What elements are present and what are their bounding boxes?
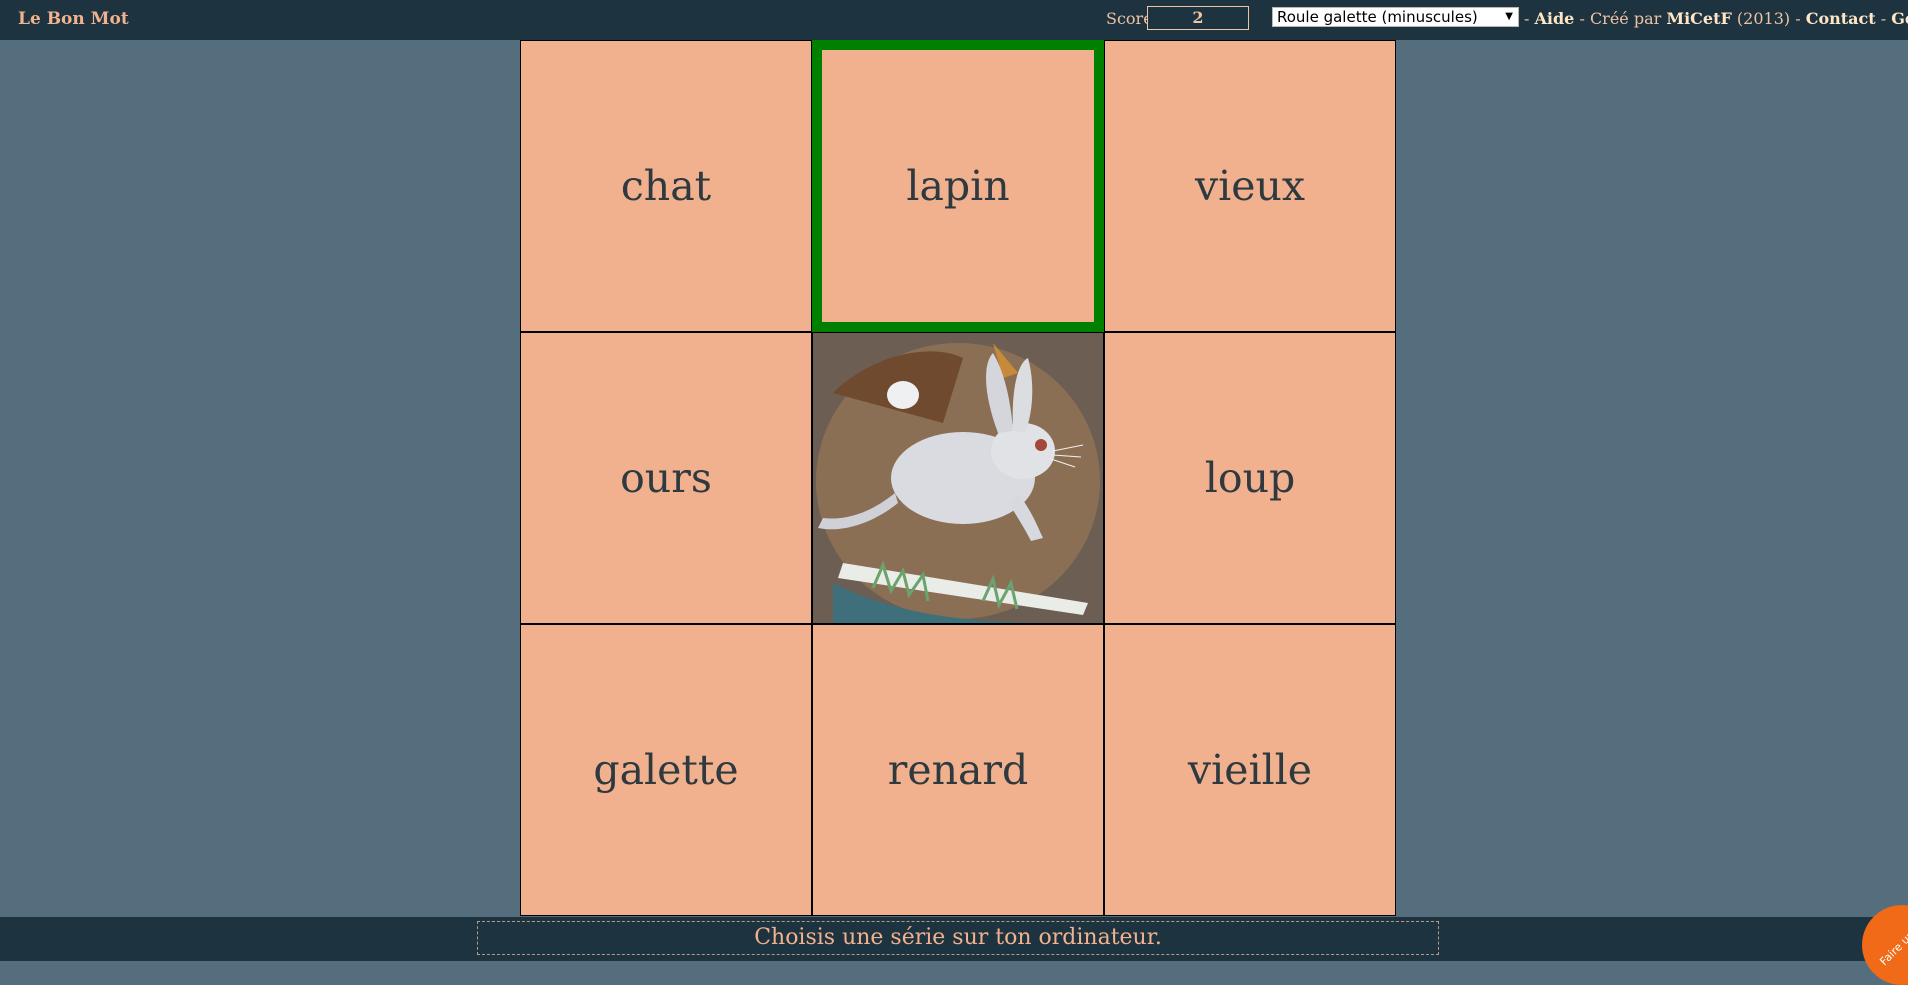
score-value: 2 (1147, 6, 1249, 30)
word-tile-vieille[interactable]: vieille (1104, 624, 1396, 916)
header-links: - Aide - Créé par MiCetF (2013) - Contac… (1524, 9, 1908, 28)
word-tile-ours[interactable]: ours (520, 332, 812, 624)
word-tile-galette[interactable]: galette (520, 624, 812, 916)
word-grid: chat lapin vieux ours loup galette renar… (520, 40, 1397, 917)
status-message: Choisis une série sur ton ordinateur. (477, 921, 1439, 955)
series-select[interactable]: Roule galette (minuscules) ▼ (1272, 7, 1519, 27)
rabbit-picture (812, 332, 1104, 624)
contact-link[interactable]: Contact (1806, 9, 1876, 28)
rabbit-illustration (813, 333, 1103, 623)
word-tile-vieux[interactable]: vieux (1104, 40, 1396, 332)
generator-link[interactable]: Générateur (1891, 9, 1908, 28)
credit-year: (2013) - (1731, 9, 1806, 28)
word-tile-lapin-selected[interactable]: lapin (812, 40, 1104, 332)
author-link[interactable]: MiCetF (1666, 9, 1731, 28)
credit-text: - Créé par (1574, 9, 1667, 28)
status-bar: Choisis une série sur ton ordinateur. (0, 917, 1908, 961)
word-tile-loup[interactable]: loup (1104, 332, 1396, 624)
word-tile-renard[interactable]: renard (812, 624, 1104, 916)
help-link[interactable]: Aide (1535, 9, 1575, 28)
separator: - (1524, 9, 1535, 28)
top-bar: Le Bon Mot Score 2 Roule galette (minusc… (0, 0, 1908, 40)
series-selected-value: Roule galette (minuscules) (1277, 8, 1478, 26)
app-title: Le Bon Mot (18, 9, 129, 29)
donate-label: Faire un don (1877, 911, 1908, 969)
separator: - (1875, 9, 1892, 28)
score-label: Score (1106, 9, 1153, 28)
chevron-down-icon: ▼ (1505, 11, 1513, 22)
word-tile-chat[interactable]: chat (520, 40, 812, 332)
